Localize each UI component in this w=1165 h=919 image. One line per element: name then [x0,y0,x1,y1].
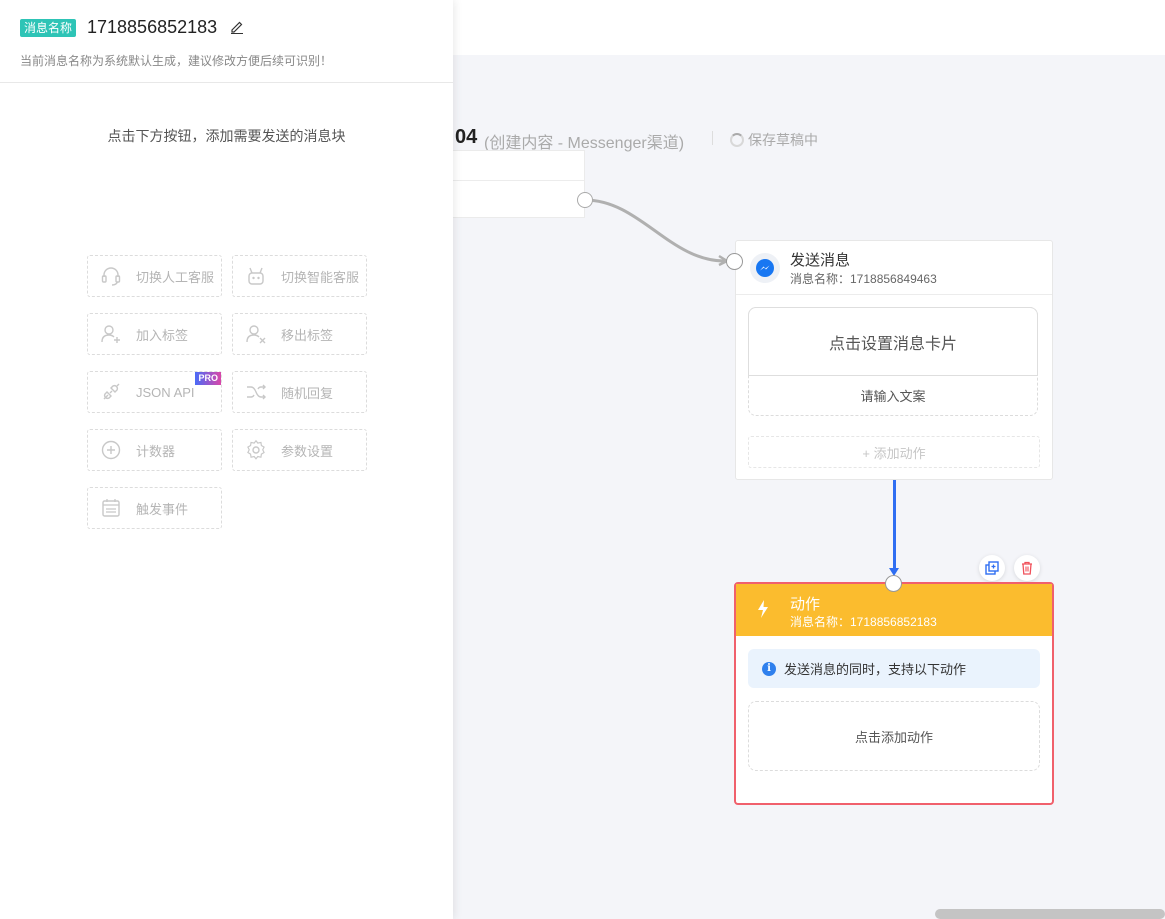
message-panel: 消息名称 1718856852183 当前消息名称为系统默认生成，建议修改方便后… [0,0,453,919]
block-label: 计数器 [136,443,176,459]
block-label: 触发事件 [136,501,189,517]
message-name-value[interactable]: 1718856852183 [87,17,217,38]
block-switch-human-agent[interactable]: 切换人工客服 [87,255,222,297]
message-card-box: 点击设置消息卡片 请输入文案 [748,307,1038,416]
plug-icon [103,383,120,400]
panel-instruction: 点击下方按钮，添加需要发送的消息块 [107,128,346,144]
shuffle-icon [247,384,266,400]
block-label: 随机回复 [281,385,334,401]
message-name-hint: 当前消息名称为系统默认生成，建议修改方便后续可识别！ [20,54,333,68]
headset-icon [101,267,121,286]
send-message-node[interactable]: 发送消息 消息名称：1718856849463 点击设置消息卡片 请输入文案 +… [735,240,1053,480]
block-label: 加入标签 [136,327,189,343]
divider [712,131,713,145]
edit-icon[interactable] [230,20,244,34]
block-label: 切换人工客服 [136,269,215,285]
plus-circle-icon [101,440,121,460]
send-message-header: 发送消息 消息名称：1718856849463 [736,241,1052,295]
action-info-bar: i 发送消息的同时，支持以下动作 [748,649,1040,688]
block-switch-ai-agent[interactable]: 切换智能客服 [232,255,367,297]
saving-status-label: 保存草稿中 [748,132,818,148]
calendar-icon [102,499,120,517]
action-title: 动作 [790,596,821,613]
send-message-name: 消息名称：1718856849463 [790,272,937,286]
text-input-area[interactable]: 请输入文案 [749,376,1037,415]
add-action-button[interactable]: + 添加动作 [748,436,1040,468]
action-node[interactable]: 动作 消息名称：1718856852183 i 发送消息的同时，支持以下动作 点… [734,582,1054,805]
info-icon: i [762,661,776,676]
block-add-tag[interactable]: 加入标签 [87,313,222,355]
panel-header: 消息名称 1718856852183 当前消息名称为系统默认生成，建议修改方便后… [0,0,453,83]
block-parameter-settings[interactable]: 参数设置 [232,429,367,471]
saving-status: 保存草稿中 [730,130,818,150]
block-counter[interactable]: 计数器 [87,429,222,471]
copy-node-button[interactable] [979,555,1005,581]
connector-line [893,480,896,572]
messenger-icon [750,253,780,283]
copy-icon [985,561,999,575]
block-label: JSON API [136,384,195,400]
action-name: 消息名称：1718856852183 [790,615,937,629]
message-name-tag: 消息名称 [20,19,77,37]
block-random-reply[interactable]: 随机回复 [232,371,367,413]
start-node-output-port[interactable] [577,192,593,208]
block-label: 切换智能客服 [281,269,360,285]
block-label: 移出标签 [281,327,334,343]
action-info-text: 发送消息的同时，支持以下动作 [784,662,967,677]
flow-title: 04 [455,126,478,148]
set-message-card-button[interactable]: 点击设置消息卡片 [748,307,1038,376]
block-trigger-event[interactable]: 触发事件 [87,487,222,529]
send-message-title: 发送消息 [790,252,851,269]
user-add-icon [101,325,120,343]
user-remove-icon [246,325,266,344]
block-label: 参数设置 [281,443,334,459]
horizontal-scrollbar[interactable] [935,909,1165,919]
lightning-icon [758,600,768,618]
send-message-input-port[interactable] [726,253,743,270]
block-remove-tag[interactable]: 移出标签 [232,313,367,355]
delete-node-button[interactable] [1014,555,1040,581]
pro-badge: PRO [195,372,221,385]
trash-icon [1022,561,1032,575]
block-json-api[interactable]: JSON API PRO [87,371,222,413]
loading-spinner-icon [730,133,744,147]
add-action-box[interactable]: 点击添加动作 [748,701,1040,771]
action-input-port[interactable] [885,575,902,592]
start-node-divider [453,180,584,181]
robot-icon [248,267,264,285]
gear-icon [247,439,265,460]
start-node[interactable] [453,150,585,218]
